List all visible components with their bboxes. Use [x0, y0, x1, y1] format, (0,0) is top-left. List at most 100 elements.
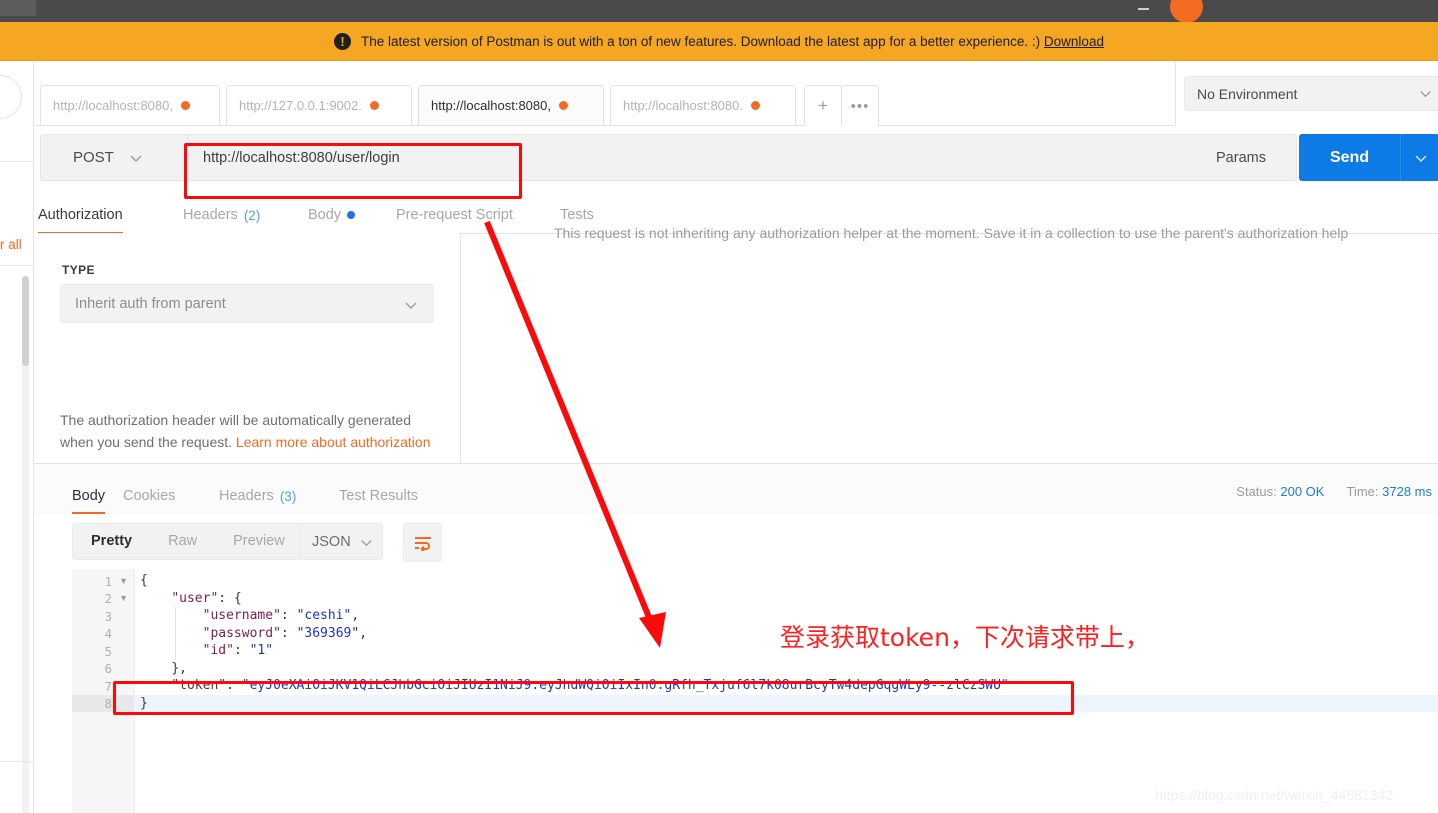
unsaved-dot-icon — [558, 101, 568, 110]
chevron-down-icon — [1418, 86, 1433, 101]
code-fold-toggle[interactable]: ▼ — [119, 590, 128, 608]
code-content[interactable]: { "user": { "username": "ceshi", "passwo… — [134, 569, 1438, 813]
status-label: Status: — [1236, 484, 1277, 499]
window-titlebar — [0, 0, 1438, 23]
code-token: "1" — [249, 643, 274, 658]
line-number: 7 — [104, 679, 112, 694]
chevron-down-icon — [359, 535, 374, 550]
update-banner: ! The latest version of Postman is out w… — [0, 22, 1438, 61]
code-token: "token" — [171, 678, 227, 693]
tab-options-button[interactable]: ••• — [841, 85, 879, 126]
tab-body[interactable]: Body — [308, 197, 356, 233]
response-panel: Body Cookies Headers (3) Test Results St… — [34, 464, 1438, 813]
minimize-icon[interactable] — [1138, 8, 1149, 10]
view-mode-pretty[interactable]: Pretty — [73, 524, 150, 559]
url-input[interactable]: http://localhost:8080/user/login — [188, 134, 1219, 181]
tab-headers[interactable]: Headers (2) — [183, 197, 260, 233]
alert-icon: ! — [334, 33, 352, 50]
environment-selector[interactable]: No Environment — [1184, 76, 1438, 111]
watermark: https://blog.csdn.net/weixin_44581342 — [1155, 787, 1394, 803]
code-line: "user": { — [140, 590, 242, 608]
tab-label: Body — [308, 207, 342, 223]
request-tab[interactable]: http://localhost:8080, — [40, 85, 220, 125]
code-token: : { — [218, 590, 242, 606]
code-token: }, — [171, 660, 187, 676]
time-label: Time: — [1346, 484, 1379, 499]
auth-learn-more-link[interactable]: Learn more about authorization — [236, 434, 431, 450]
view-mode-raw[interactable]: Raw — [150, 524, 215, 559]
tab-authorization[interactable]: Authorization — [38, 197, 123, 234]
environment-area: No Environment — [1176, 61, 1438, 125]
chevron-down-icon — [403, 297, 419, 313]
avatar[interactable] — [1170, 0, 1203, 23]
request-tab-active[interactable]: http://localhost:8080, — [418, 85, 604, 125]
code-token: "369369" — [296, 625, 360, 641]
response-format-bar: Pretty Raw Preview JSON — [34, 514, 1438, 569]
http-method-label: POST — [73, 149, 114, 166]
request-tab-strip: http://localhost:8080, http://127.0.0.1:… — [34, 61, 1175, 126]
auth-type-label: TYPE — [62, 263, 95, 277]
tab-label: Body — [72, 488, 106, 504]
request-tab-label: http://localhost:8080, — [53, 98, 173, 113]
body-indicator-icon — [347, 211, 356, 219]
response-time: Time: 3728 ms — [1346, 484, 1432, 499]
request-tab[interactable]: http://localhost:8080. — [610, 85, 796, 125]
sidebar-clear-all-label[interactable]: r all — [0, 237, 34, 252]
unsaved-dot-icon — [369, 101, 379, 110]
tab-label: Authorization — [38, 207, 123, 223]
status-value: 200 OK — [1280, 484, 1325, 499]
code-line: { — [140, 572, 148, 590]
send-button[interactable]: Send — [1299, 134, 1400, 181]
view-mode-preview[interactable]: Preview — [215, 524, 303, 559]
code-token: "eyJ0eXAiOiJKV1QiLCJhbGciOiJIUzI1NiJ9.ey… — [241, 678, 1009, 693]
code-token: : — [280, 608, 297, 623]
code-token: : — [226, 678, 242, 693]
line-number: 6 — [104, 661, 112, 676]
code-line: } — [140, 695, 148, 713]
tab-response-body[interactable]: Body — [72, 478, 106, 514]
request-url-row: POST http://localhost:8080/user/login Pa… — [34, 126, 1438, 197]
tab-response-cookies[interactable]: Cookies — [123, 478, 175, 514]
tab-response-headers[interactable]: Headers (3) — [219, 478, 296, 514]
postman-window: ! The latest version of Postman is out w… — [0, 0, 1438, 813]
titlebar-left-chip — [0, 0, 36, 16]
code-token: "username" — [202, 608, 281, 623]
code-line: "id": "1" — [140, 642, 273, 660]
tab-test-results[interactable]: Test Results — [339, 478, 418, 514]
sidebar-divider-bottom — [0, 761, 34, 762]
http-method-selector[interactable]: POST — [40, 134, 188, 181]
auth-inherit-message: This request is not inheriting any autho… — [554, 225, 1349, 241]
auth-help-text: The authorization header will be automat… — [60, 409, 440, 453]
download-link[interactable]: Download — [1044, 34, 1104, 49]
response-section-tabs: Body Cookies Headers (3) Test Results St… — [34, 464, 1438, 515]
response-body-viewer[interactable]: 1 2 3 4 5 6 7 8 ▼ ▼ { "user": { "usernam… — [72, 569, 1438, 813]
tab-label: Headers — [183, 207, 238, 223]
auth-type-selector[interactable]: Inherit auth from parent — [60, 284, 434, 323]
code-token: : — [233, 643, 250, 658]
sidebar-divider-top — [0, 161, 34, 162]
request-tab-label: http://127.0.0.1:9002. — [239, 98, 362, 113]
params-button[interactable]: Params — [1186, 134, 1297, 181]
line-number: 5 — [104, 644, 112, 659]
tab-label: Tests — [560, 207, 594, 223]
new-tab-button[interactable]: + — [804, 85, 842, 126]
word-wrap-icon[interactable] — [403, 523, 442, 562]
request-tab-label: http://localhost:8080. — [623, 98, 743, 113]
response-language-selector[interactable]: JSON — [299, 523, 383, 560]
code-token: } — [140, 695, 148, 711]
code-token: "user" — [171, 590, 219, 606]
code-token: "id" — [202, 643, 234, 658]
tab-label: Cookies — [123, 488, 176, 504]
code-token: , — [351, 608, 360, 623]
unsaved-dot-icon — [750, 101, 760, 110]
code-fold-toggle[interactable]: ▼ — [119, 573, 128, 591]
sidebar-scrollbar-thumb[interactable] — [22, 276, 29, 366]
line-number: 1 — [104, 574, 112, 589]
code-token: "password" — [202, 625, 281, 641]
tab-pre-request-script[interactable]: Pre-request Script — [396, 197, 513, 233]
request-tab-label: http://localhost:8080, — [431, 98, 551, 113]
sidebar-circle-decoration — [0, 75, 22, 119]
request-tab[interactable]: http://127.0.0.1:9002. — [226, 85, 412, 125]
update-banner-content: ! The latest version of Postman is out w… — [334, 33, 1104, 50]
send-options-button[interactable] — [1400, 134, 1438, 181]
